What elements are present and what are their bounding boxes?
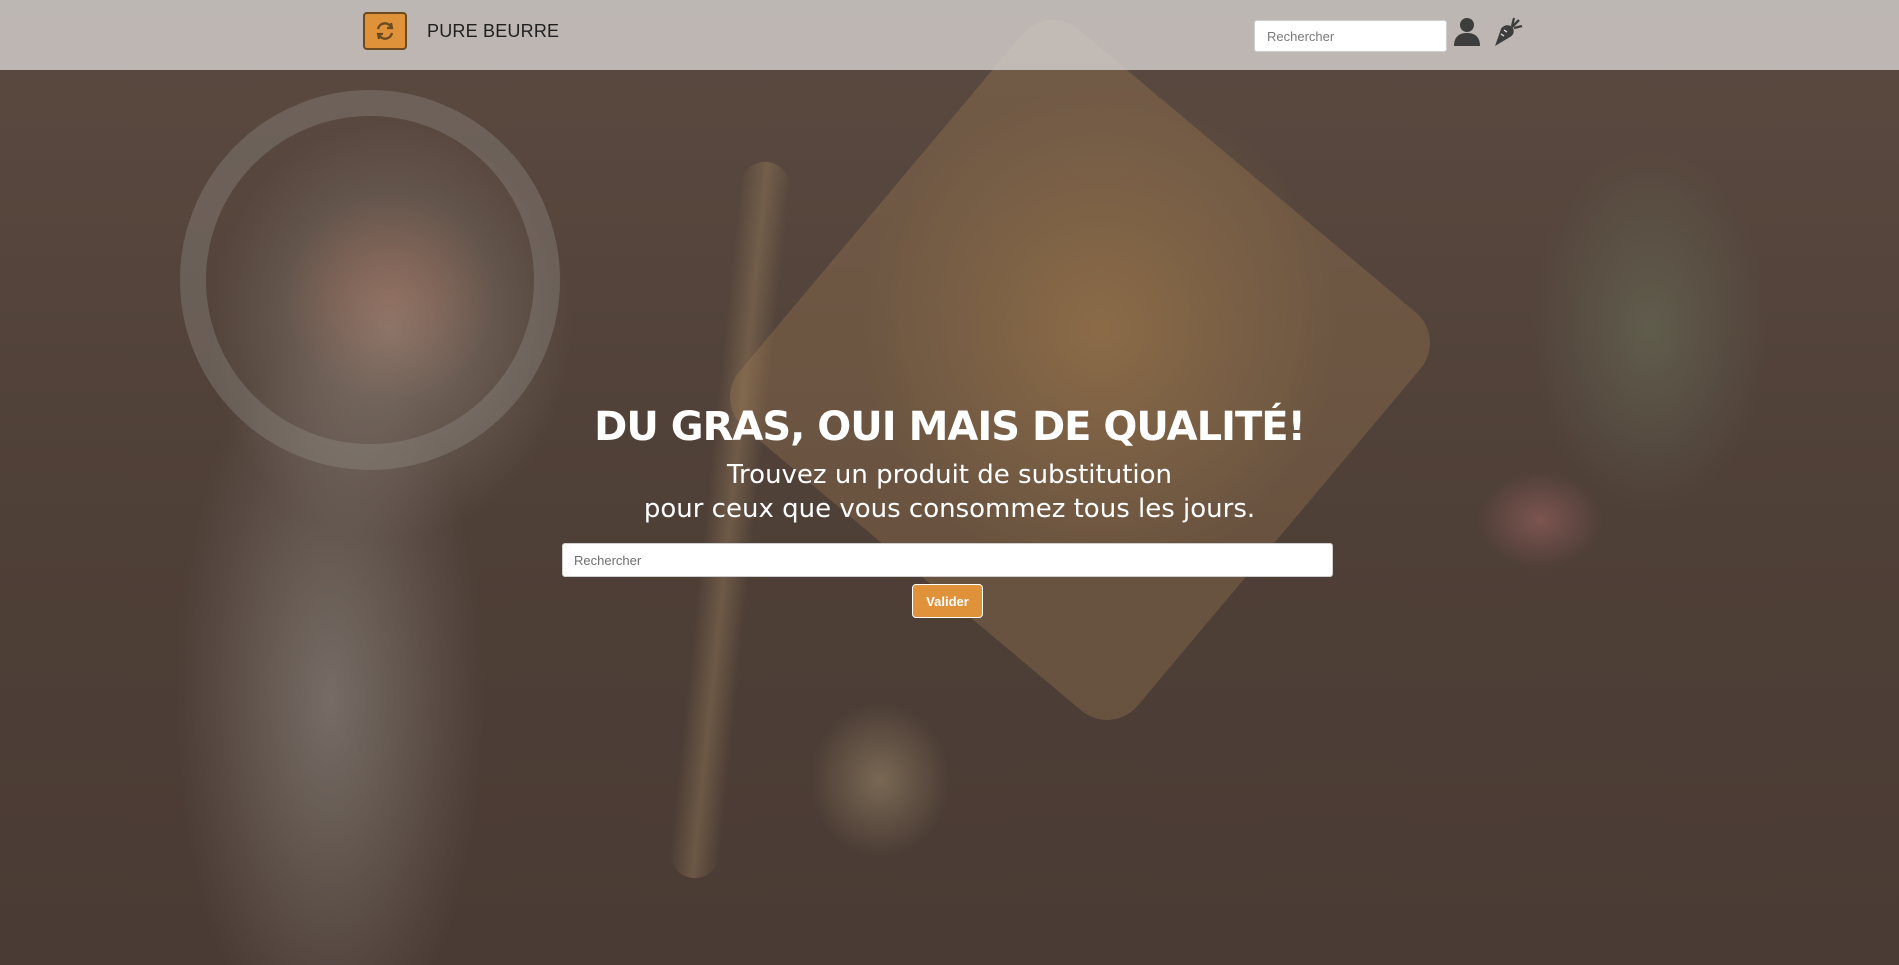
hero: DU GRAS, OUI MAIS DE QUALITÉ! Trouvez un… bbox=[0, 400, 1899, 526]
hero-subtitle-line-1: Trouvez un produit de substitution bbox=[726, 460, 1172, 490]
brand-name: PURE BEURRE bbox=[427, 20, 560, 41]
hero-title: DU GRAS, OUI MAIS DE QUALITÉ! bbox=[594, 404, 1306, 450]
submit-button[interactable]: Valider bbox=[912, 584, 983, 618]
hero-subtitle: Trouvez un produit de substitution pour … bbox=[0, 458, 1899, 526]
header-search-input[interactable] bbox=[1254, 20, 1447, 52]
brand-link[interactable]: PURE BEURRE bbox=[363, 12, 559, 50]
carrot-icon[interactable] bbox=[1491, 14, 1525, 50]
background-tray bbox=[713, 3, 1447, 737]
user-icon[interactable] bbox=[1450, 14, 1484, 50]
navbar: PURE BEURRE bbox=[0, 0, 1899, 70]
hero-subtitle-line-2: pour ceux que vous consommez tous les jo… bbox=[643, 494, 1256, 524]
recycle-arrows-icon bbox=[363, 12, 407, 50]
page: PURE BEURRE DU GRAS, OUI MAIS DE QUALITÉ… bbox=[0, 0, 1899, 965]
hero-search-input[interactable] bbox=[562, 543, 1333, 577]
